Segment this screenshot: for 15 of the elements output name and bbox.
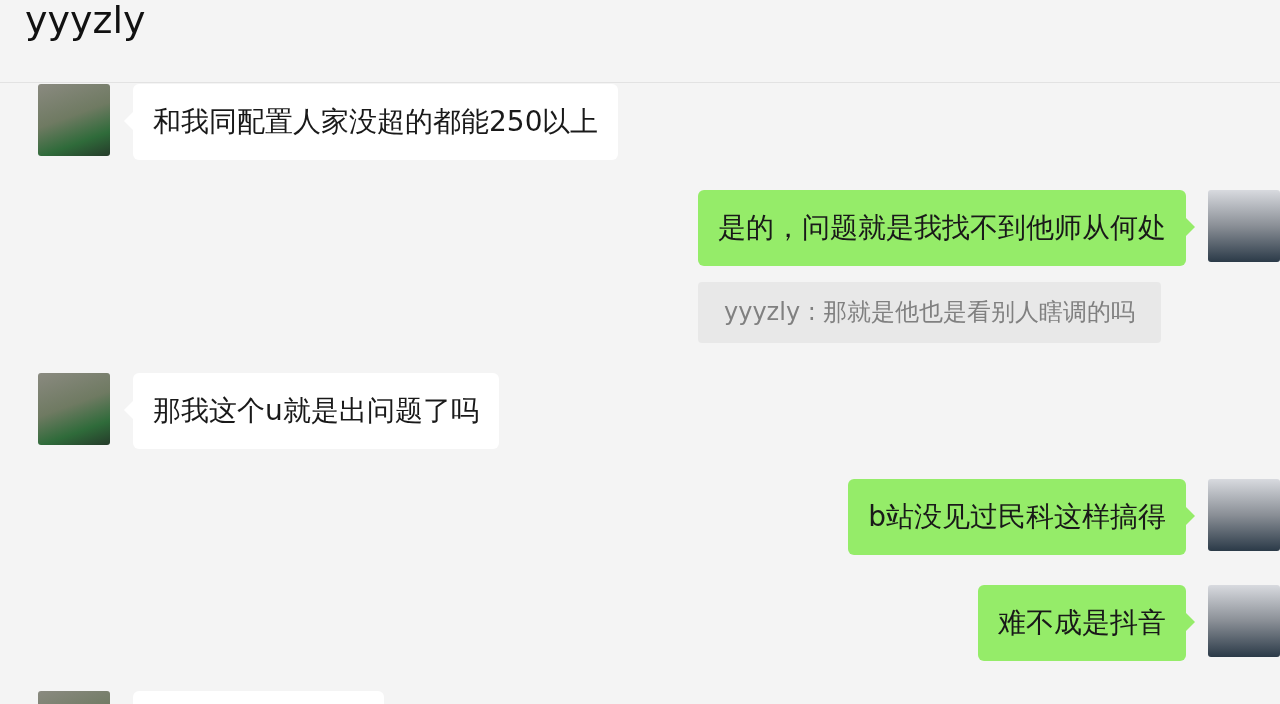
avatar-photo-placeholder <box>1208 479 1280 551</box>
quoted-message: yyyzly : 那就是他也是看别人瞎调的吗 <box>698 282 1162 343</box>
bubble-tail <box>1186 507 1195 525</box>
message-bubble: 难不成是抖音 <box>978 585 1186 661</box>
message-bubble: 那我这个u就是出问题了吗 <box>133 373 499 449</box>
message-bubble: 是的，问题就是我找不到他师从何处 <box>698 190 1186 266</box>
avatar-photo-placeholder <box>1208 585 1280 657</box>
bubble-tail <box>1186 613 1195 631</box>
avatar-photo-placeholder <box>38 84 110 156</box>
message-bubble: 和我同配置人家没超的都能250以上 <box>133 84 619 160</box>
message-bubble: b站没见过民科这样搞得 <box>848 479 1186 555</box>
bubble-tail <box>1186 218 1195 236</box>
avatar-photo-placeholder <box>1208 190 1280 262</box>
avatar-photo-placeholder <box>38 373 110 445</box>
chat-title: yyyzly <box>25 0 146 40</box>
